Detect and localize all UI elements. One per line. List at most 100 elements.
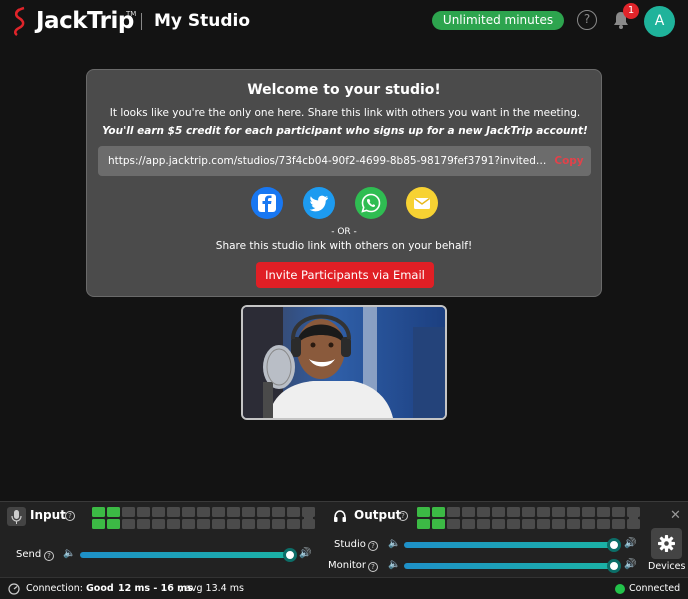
brand-name: JackTrip bbox=[36, 8, 134, 34]
meter-segment bbox=[197, 519, 210, 529]
volume-low-icon: 🔈 bbox=[388, 538, 401, 549]
input-help-icon[interactable]: ? bbox=[65, 511, 75, 521]
user-avatar[interactable]: A bbox=[644, 6, 675, 37]
meter-segment bbox=[552, 507, 565, 517]
monitor-volume-knob[interactable] bbox=[607, 559, 621, 573]
meter-segment bbox=[567, 507, 580, 517]
welcome-credit-text: You'll earn $5 credit for each participa… bbox=[102, 125, 588, 137]
brand-trademark: TM bbox=[126, 10, 137, 18]
meter-segment bbox=[107, 519, 120, 529]
microphone-icon bbox=[11, 510, 22, 524]
monitor-volume-slider[interactable] bbox=[404, 563, 614, 569]
meter-segment bbox=[552, 519, 565, 529]
meter-segment bbox=[462, 519, 475, 529]
studio-link-input[interactable] bbox=[108, 146, 548, 176]
app-header: JackTrip TM My Studio Unlimited minutes … bbox=[0, 0, 688, 42]
meter-segment bbox=[167, 507, 180, 517]
whatsapp-icon bbox=[361, 193, 381, 213]
meter-segment bbox=[212, 519, 225, 529]
devices-label: Devices bbox=[648, 561, 686, 572]
send-volume-slider[interactable] bbox=[80, 552, 290, 558]
output-help-icon[interactable]: ? bbox=[398, 511, 408, 521]
meter-segment bbox=[597, 507, 610, 517]
help-icon[interactable]: ? bbox=[577, 10, 597, 30]
meter-segment bbox=[272, 507, 285, 517]
email-share-button[interactable] bbox=[406, 187, 438, 219]
participant-video-image bbox=[243, 307, 445, 418]
latency-average: , avg 13.4 ms bbox=[179, 583, 244, 594]
share-behalf-text: Share this studio link with others on yo… bbox=[215, 240, 473, 252]
meter-segment bbox=[152, 519, 165, 529]
meter-segment bbox=[447, 519, 460, 529]
meter-segment bbox=[212, 507, 225, 517]
meter-segment bbox=[612, 519, 625, 529]
volume-low-icon: 🔈 bbox=[63, 548, 76, 559]
audio-control-panel: Input ? Output ? ✕ Send ? 🔈 🔊 Studio ? 🔈… bbox=[0, 501, 688, 577]
invite-participants-button[interactable]: Invite Participants via Email bbox=[256, 262, 434, 288]
output-level-meter bbox=[417, 507, 640, 529]
meter-segment bbox=[227, 519, 240, 529]
facebook-icon bbox=[258, 194, 276, 212]
studio-volume-slider[interactable] bbox=[404, 542, 614, 548]
input-meter-clip-indicator bbox=[304, 507, 313, 529]
monitor-help-icon[interactable]: ? bbox=[368, 562, 378, 572]
meter-segment bbox=[92, 519, 105, 529]
input-level-meter bbox=[92, 507, 315, 529]
or-divider: - OR - bbox=[331, 227, 357, 237]
header-divider bbox=[141, 13, 142, 30]
meter-segment bbox=[257, 519, 270, 529]
participant-video-tile[interactable] bbox=[241, 305, 447, 420]
meter-segment bbox=[287, 519, 300, 529]
volume-high-icon: 🔊 bbox=[624, 559, 637, 570]
connected-status-dot bbox=[615, 584, 625, 594]
twitter-icon bbox=[309, 195, 328, 212]
meter-segment bbox=[447, 507, 460, 517]
meter-segment bbox=[122, 519, 135, 529]
devices-button[interactable] bbox=[651, 528, 682, 559]
copy-link-button[interactable]: Copy bbox=[551, 146, 587, 176]
facebook-share-button[interactable] bbox=[251, 187, 283, 219]
meter-segment bbox=[507, 507, 520, 517]
meter-segment bbox=[462, 507, 475, 517]
meter-segment bbox=[197, 507, 210, 517]
meter-segment bbox=[507, 519, 520, 529]
connection-label: Connection: bbox=[26, 583, 83, 594]
status-bar: Connection: Good 12 ms - 16 ms , avg 13.… bbox=[0, 577, 688, 599]
welcome-description: It looks like you're the only one here. … bbox=[101, 104, 589, 140]
output-meter-clip-indicator bbox=[629, 507, 638, 529]
meter-segment bbox=[137, 519, 150, 529]
meter-segment bbox=[477, 519, 490, 529]
meter-segment bbox=[492, 519, 505, 529]
meter-segment bbox=[242, 519, 255, 529]
meter-segment bbox=[537, 519, 550, 529]
meter-segment bbox=[582, 519, 595, 529]
jacktrip-logo-icon bbox=[14, 6, 25, 36]
twitter-share-button[interactable] bbox=[303, 187, 335, 219]
meter-segment bbox=[432, 519, 445, 529]
input-mic-toggle[interactable] bbox=[7, 507, 26, 526]
volume-high-icon: 🔊 bbox=[624, 538, 637, 549]
meter-segment bbox=[537, 507, 550, 517]
unlimited-minutes-badge[interactable]: Unlimited minutes bbox=[432, 11, 564, 30]
meter-segment bbox=[122, 507, 135, 517]
send-help-icon[interactable]: ? bbox=[44, 551, 54, 561]
notification-count-badge: 1 bbox=[623, 3, 639, 19]
meter-segment bbox=[522, 519, 535, 529]
studio-label: Studio bbox=[334, 539, 366, 550]
studio-volume-knob[interactable] bbox=[607, 538, 621, 552]
meter-segment bbox=[287, 507, 300, 517]
meter-segment bbox=[167, 519, 180, 529]
headphones-icon bbox=[334, 510, 346, 522]
meter-segment bbox=[257, 507, 270, 517]
volume-low-icon: 🔈 bbox=[388, 559, 401, 570]
meter-segment bbox=[477, 507, 490, 517]
meter-segment bbox=[417, 507, 430, 517]
gear-icon bbox=[658, 535, 675, 552]
meter-segment bbox=[227, 507, 240, 517]
whatsapp-share-button[interactable] bbox=[355, 187, 387, 219]
meter-segment bbox=[107, 507, 120, 517]
close-panel-icon[interactable]: ✕ bbox=[670, 508, 681, 523]
meter-segment bbox=[182, 519, 195, 529]
studio-help-icon[interactable]: ? bbox=[368, 541, 378, 551]
send-volume-knob[interactable] bbox=[283, 548, 297, 562]
